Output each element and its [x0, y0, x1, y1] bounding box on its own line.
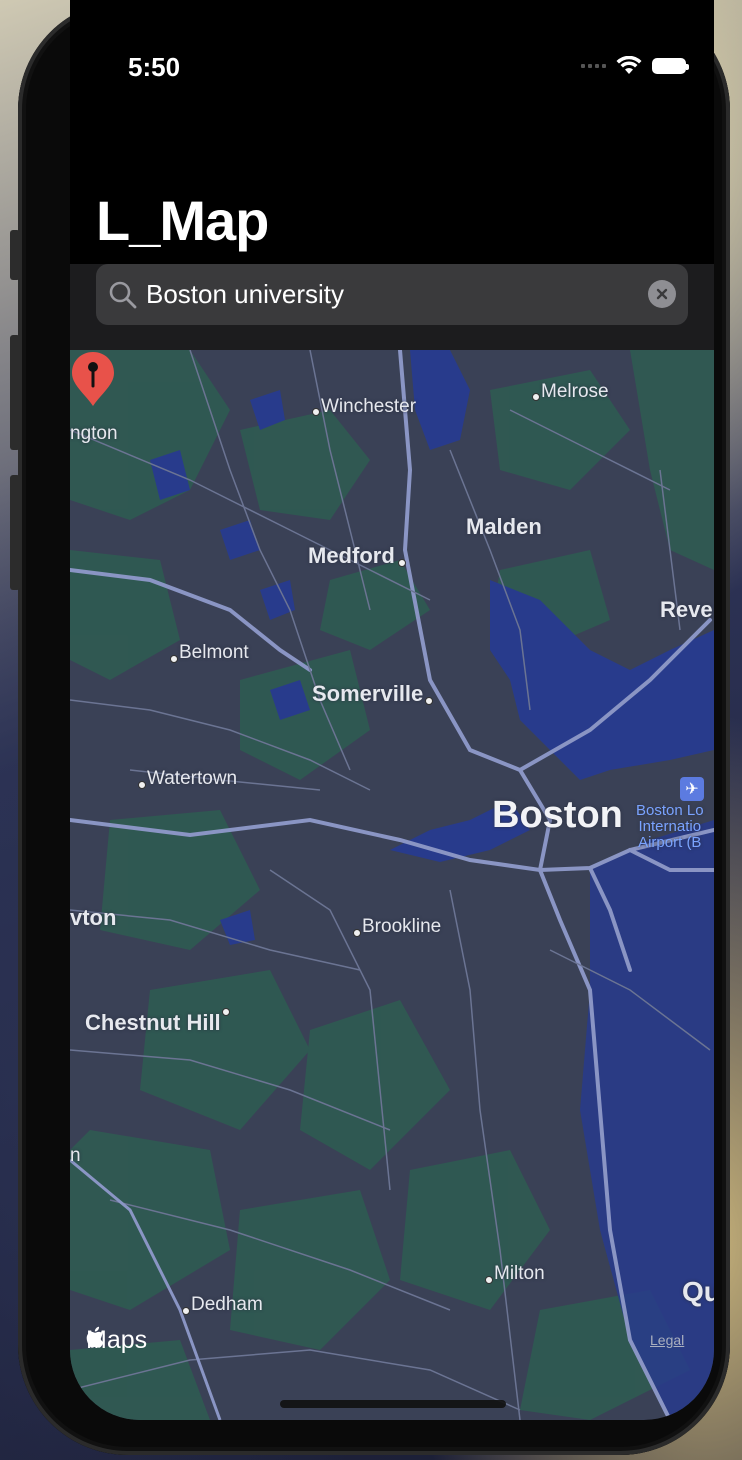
map-tiles — [70, 350, 714, 1420]
search-icon — [109, 281, 137, 308]
label-arlington: ngton — [70, 423, 118, 444]
label-somerville: Somerville — [312, 681, 424, 706]
location-pin-icon[interactable] — [70, 350, 116, 408]
dedham-dot — [182, 1307, 190, 1315]
label-brookline: Brookline — [362, 916, 442, 937]
label-melrose: Melrose — [541, 381, 609, 402]
belmont-dot — [170, 655, 178, 663]
status-icons — [581, 56, 689, 76]
chestnut-hill-dot — [222, 1008, 230, 1016]
wifi-icon — [616, 56, 642, 74]
label-milton: Milton — [494, 1263, 545, 1284]
apple-maps-attribution[interactable]: Maps — [86, 1326, 147, 1355]
status-time: 5:50 — [128, 52, 181, 82]
search-bar[interactable] — [96, 264, 688, 325]
page-title: L_Map — [96, 189, 269, 252]
winchester-dot — [312, 408, 320, 416]
volume-up-button — [10, 335, 20, 450]
watertown-dot — [138, 781, 146, 789]
signal-icon — [581, 64, 606, 68]
mute-switch — [10, 230, 20, 280]
label-newton: vton — [70, 905, 117, 930]
label-medford: Medford — [308, 543, 395, 568]
label-revere: Reve — [660, 597, 713, 622]
label-malden: Malden — [466, 514, 542, 539]
somerville-dot — [425, 697, 433, 705]
apple-logo-icon — [86, 1326, 104, 1348]
milton-dot — [485, 1276, 493, 1284]
label-quincy: Qu — [682, 1276, 714, 1307]
label-chestnut-hill: Chestnut Hill — [85, 1010, 221, 1035]
label-belmont: Belmont — [179, 642, 249, 663]
airport-icon: ✈ — [680, 777, 704, 801]
screen: 5:50 L_Map Boston university Winchester … — [70, 0, 714, 1420]
volume-down-button — [10, 475, 20, 590]
label-watertown: Watertown — [147, 768, 238, 789]
clear-search-icon[interactable] — [648, 280, 676, 308]
label-boston: Boston — [492, 794, 623, 836]
melrose-dot — [532, 393, 540, 401]
medford-dot — [398, 559, 406, 567]
label-airport: Boston Lo Internatio Airport (B — [636, 802, 704, 851]
label-dedham: Dedham — [191, 1294, 263, 1315]
legal-link[interactable]: Legal — [650, 1332, 684, 1348]
label-edge-n: n — [70, 1145, 81, 1166]
label-winchester: Winchester — [321, 396, 417, 417]
brookline-dot — [353, 929, 361, 937]
battery-icon — [652, 58, 689, 74]
map-view[interactable]: Winchester Melrose ngton Malden Medford … — [70, 350, 714, 1420]
home-indicator — [280, 1400, 506, 1408]
search-bar-container — [70, 264, 714, 350]
search-input[interactable] — [146, 279, 626, 310]
